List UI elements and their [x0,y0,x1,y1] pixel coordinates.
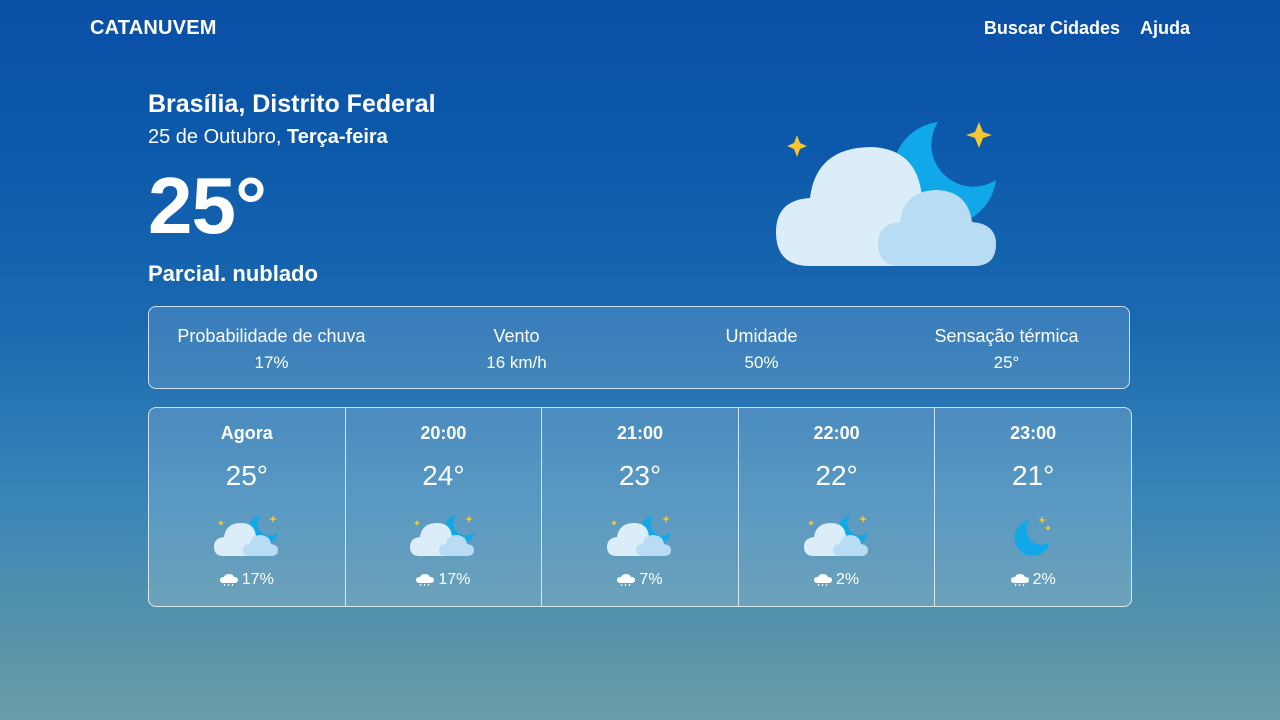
hour-time: Agora [220,423,273,443]
rain-cloud-icon [1010,574,1029,586]
current-condition: Parcial. nublado [148,261,318,286]
hour-time: 20:00 [420,423,467,443]
current-temperature: 25° [148,161,267,250]
rain-percentage: 2% [1032,571,1056,588]
partly-cloudy-night-icon [803,515,868,556]
main-nav: Buscar Cidades Ajuda [984,18,1190,39]
hour-time: 21:00 [616,423,663,443]
hour-temperature: 22° [815,460,858,491]
stat-value: 50% [744,353,779,372]
hourly-card[interactable]: 20:00 24° 17% [346,408,543,606]
date-day: 25 de Outubro, [148,126,287,148]
clear-night-moon-icon [1014,516,1052,556]
hourly-card[interactable]: 22:00 22° 2% [739,408,936,606]
stat-rain-probability: Probabilidade de chuva 17% [149,307,394,388]
hour-time: 23:00 [1010,423,1057,443]
stat-label: Vento [493,326,540,346]
stat-value: 17% [254,353,289,372]
date-weekday: Terça-feira [286,126,388,148]
hourly-card[interactable]: 23:00 21° 2% [935,408,1131,606]
partly-cloudy-night-icon [213,515,278,556]
rain-cloud-icon [617,574,636,586]
hour-rain-chance: 7% [542,570,738,590]
hour-rain-chance: 17% [149,570,345,590]
hourly-card[interactable]: 21:00 23° 7% [542,408,739,606]
nav-search-cities-link[interactable]: Buscar Cidades [984,18,1120,39]
partly-cloudy-night-icon [606,515,671,556]
hour-rain-chance: 2% [935,570,1131,590]
hour-temperature: 25° [225,460,268,491]
partly-cloudy-night-icon [410,515,475,556]
location-title: Brasília, Distrito Federal [148,90,436,118]
stat-value: 16 km/h [486,353,547,372]
stat-label: Umidade [725,326,798,346]
rain-percentage: 17% [241,571,274,588]
hourly-card[interactable]: Agora 25° 17% [149,408,346,606]
stat-label: Sensação térmica [934,326,1079,346]
current-date: 25 de Outubro, Terça-feira [148,124,436,150]
hourly-forecast: Agora 25° 17% 20:00 24° 17% 21:00 23° 7%… [148,407,1132,607]
rain-cloud-icon [416,574,435,586]
hour-time: 22:00 [813,423,860,443]
stat-value: 25° [993,353,1020,372]
stat-wind: Vento 16 km/h [394,307,639,388]
top-navbar: CATANUVEM Buscar Cidades Ajuda [0,0,1280,56]
stat-humidity: Umidade 50% [639,307,884,388]
current-weather: Brasília, Distrito Federal 25 de Outubro… [148,88,436,288]
hour-temperature: 24° [422,460,465,491]
stat-label: Probabilidade de chuva [177,326,366,346]
rain-percentage: 2% [836,571,860,588]
rain-percentage: 7% [639,571,663,588]
partly-cloudy-night-icon [776,122,996,266]
hour-rain-chance: 17% [346,570,542,590]
rain-cloud-icon [219,574,238,586]
rain-cloud-icon [814,574,833,586]
hour-rain-chance: 2% [739,570,935,590]
nav-help-link[interactable]: Ajuda [1140,18,1190,39]
rain-percentage: 17% [438,571,471,588]
stat-feels-like: Sensação térmica 25° [884,307,1129,388]
hour-temperature: 23° [618,460,662,491]
hour-temperature: 21° [1012,460,1055,491]
brand-logo[interactable]: CATANUVEM [90,17,217,40]
weather-stats-panel: Probabilidade de chuva 17% Vento 16 km/h… [148,306,1130,389]
